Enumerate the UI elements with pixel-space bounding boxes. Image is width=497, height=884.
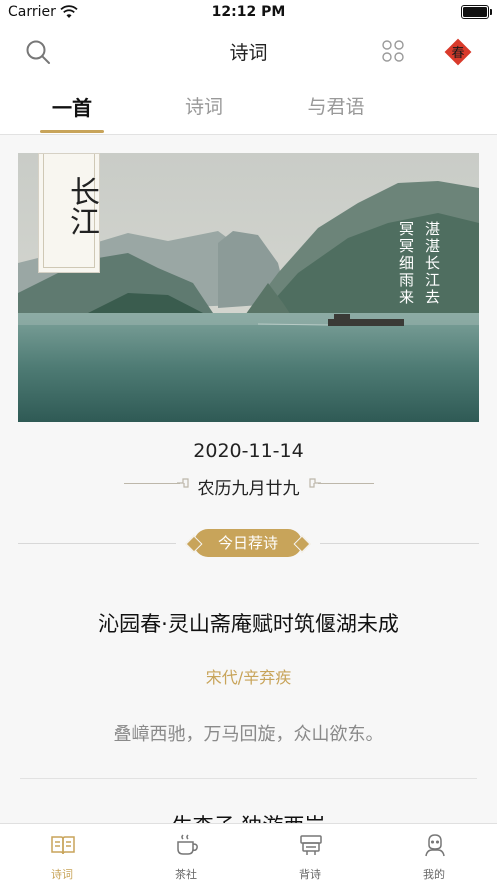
clover-grid-icon[interactable] <box>380 38 406 64</box>
lunar-date: 农历九月廿九 <box>197 479 300 499</box>
top-tabs: 一首 诗词 与君语 <box>0 76 497 135</box>
poem-first-line[interactable]: 叠嶂西驰，万马回旋，众山欲东。 <box>0 720 497 746</box>
place-label-badge: 长江 <box>38 153 100 273</box>
seal-char: 春 <box>451 46 464 61</box>
tabbar-item-shici[interactable]: 诗词 <box>0 824 124 884</box>
spring-seal-icon[interactable]: 春 <box>444 38 472 66</box>
tab-shici[interactable]: 诗词 <box>154 92 254 119</box>
tea-cup-icon <box>177 834 198 855</box>
hero-poem-column-2: 冥冥细雨来 <box>397 221 415 306</box>
tabbar-label: 背诗 <box>299 868 321 881</box>
tab-yujunyu[interactable]: 与君语 <box>286 92 386 119</box>
tabbar-label: 我的 <box>423 868 445 881</box>
battery-icon <box>461 5 492 19</box>
tabbar-item-chashe[interactable]: 茶社 <box>124 824 248 884</box>
recite-icon <box>300 835 322 855</box>
tabbar-label: 诗词 <box>51 868 73 881</box>
active-tab-indicator <box>40 130 104 133</box>
bottom-tab-bar: 诗词 茶社 背诗 我的 <box>0 823 497 884</box>
profile-icon <box>425 834 445 857</box>
daily-landscape-image[interactable]: 长江 湛湛长江去 冥冥细雨来 <box>18 153 479 422</box>
book-icon <box>51 836 75 855</box>
tabbar-item-beishi[interactable]: 背诗 <box>248 824 372 884</box>
page-title: 诗词 <box>229 42 268 64</box>
poem-divider <box>20 778 477 779</box>
status-bar: Carrier 12:12 PM <box>0 0 497 26</box>
nav-bar: 诗词 春 <box>0 26 497 76</box>
clock: 12:12 PM <box>211 4 286 20</box>
gregorian-date: 2020-11-14 <box>193 440 304 462</box>
poem-title[interactable]: 沁园春·灵山斋庵赋时筑偃湖未成 <box>0 608 497 638</box>
rec-divider-left <box>18 543 176 544</box>
poem-author[interactable]: 宋代/辛弃疾 <box>0 664 497 688</box>
tabbar-label: 茶社 <box>175 868 197 881</box>
place-name: 长江 <box>64 176 99 236</box>
rec-divider-right <box>320 543 479 544</box>
tab-yishou[interactable]: 一首 <box>22 92 122 121</box>
ornament-line-right <box>318 483 374 484</box>
tabbar-item-wode[interactable]: 我的 <box>372 824 496 884</box>
today-recommend-badge: 今日荐诗 <box>194 529 302 557</box>
hero-poem-column-1: 湛湛长江去 <box>423 221 441 306</box>
